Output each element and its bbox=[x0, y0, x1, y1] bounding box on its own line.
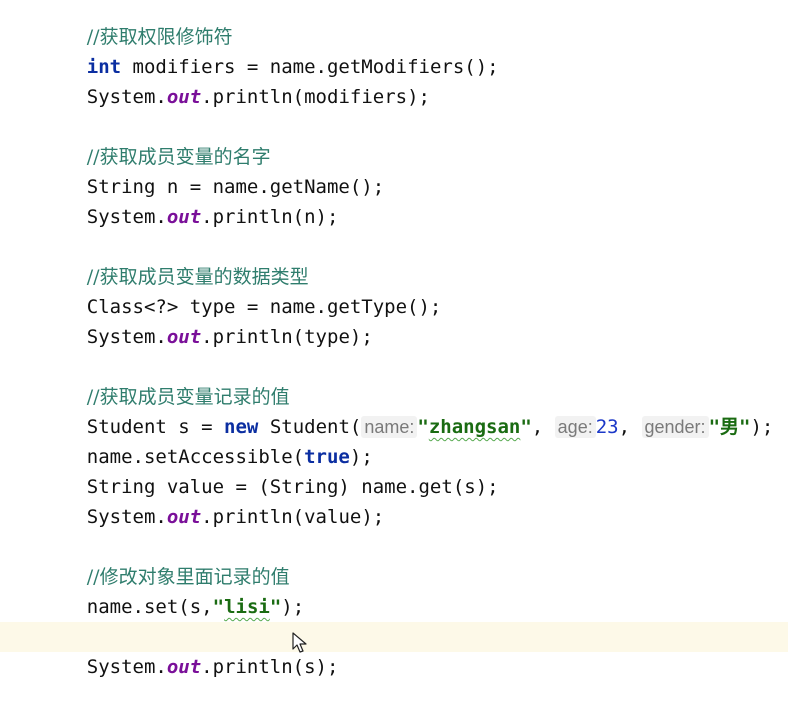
code-text: .println(modifiers); bbox=[201, 86, 430, 108]
string-quote: " bbox=[212, 596, 225, 618]
code-line[interactable]: String n = name.getName(); bbox=[0, 142, 788, 198]
code-text: System. bbox=[86, 326, 167, 348]
code-text: System. bbox=[86, 86, 167, 108]
code-line[interactable]: System.out.println(n); bbox=[0, 172, 788, 228]
code-text: .println(type); bbox=[201, 326, 373, 348]
code-line[interactable]: String value = (String) name.get(s); bbox=[0, 442, 788, 498]
code-line-current[interactable]: System.out.println(s); bbox=[0, 622, 788, 678]
code-line[interactable]: System.out.println(type); bbox=[0, 292, 788, 348]
string-quote: " bbox=[269, 596, 282, 618]
code-text: System. bbox=[86, 506, 167, 528]
static-field-out: out bbox=[166, 506, 202, 528]
code-line[interactable]: int modifiers = name.getModifiers(); bbox=[0, 22, 788, 78]
code-line[interactable]: //获取成员变量记录的值 bbox=[0, 352, 788, 408]
code-line[interactable]: System.out.println(modifiers); bbox=[0, 52, 788, 108]
code-line[interactable]: //获取权限修饰符 bbox=[0, 0, 788, 48]
code-line[interactable]: name.set(s,"lisi"); bbox=[0, 562, 788, 618]
code-line[interactable]: //获取成员变量的数据类型 bbox=[0, 232, 788, 288]
code-line[interactable]: Student s = new Student(name: "zhangsan",… bbox=[0, 382, 788, 438]
code-line[interactable]: name.setAccessible(true); bbox=[0, 412, 788, 468]
static-field-out: out bbox=[166, 86, 202, 108]
code-text: ); bbox=[281, 596, 305, 618]
code-text: System. bbox=[86, 206, 167, 228]
string-literal-lisi: lisi bbox=[224, 596, 270, 618]
code-text: .println(value); bbox=[201, 506, 385, 528]
code-line[interactable]: //修改对象里面记录的值 bbox=[0, 532, 788, 588]
static-field-out: out bbox=[166, 656, 202, 678]
code-text: .println(n); bbox=[201, 206, 339, 228]
code-text: System. bbox=[86, 656, 167, 678]
static-field-out: out bbox=[166, 326, 202, 348]
mouse-pointer-icon bbox=[292, 632, 307, 653]
static-field-out: out bbox=[166, 206, 202, 228]
code-line[interactable]: Class<?> type = name.getType(); bbox=[0, 262, 788, 318]
code-editor[interactable]: //获取权限修饰符 int modifiers = name.getModifi… bbox=[0, 0, 788, 682]
code-line[interactable]: //获取成员变量的名字 bbox=[0, 112, 788, 168]
code-text: name.set(s, bbox=[86, 596, 213, 618]
code-line[interactable]: System.out.println(value); bbox=[0, 472, 788, 528]
code-text: .println(s); bbox=[201, 656, 339, 678]
